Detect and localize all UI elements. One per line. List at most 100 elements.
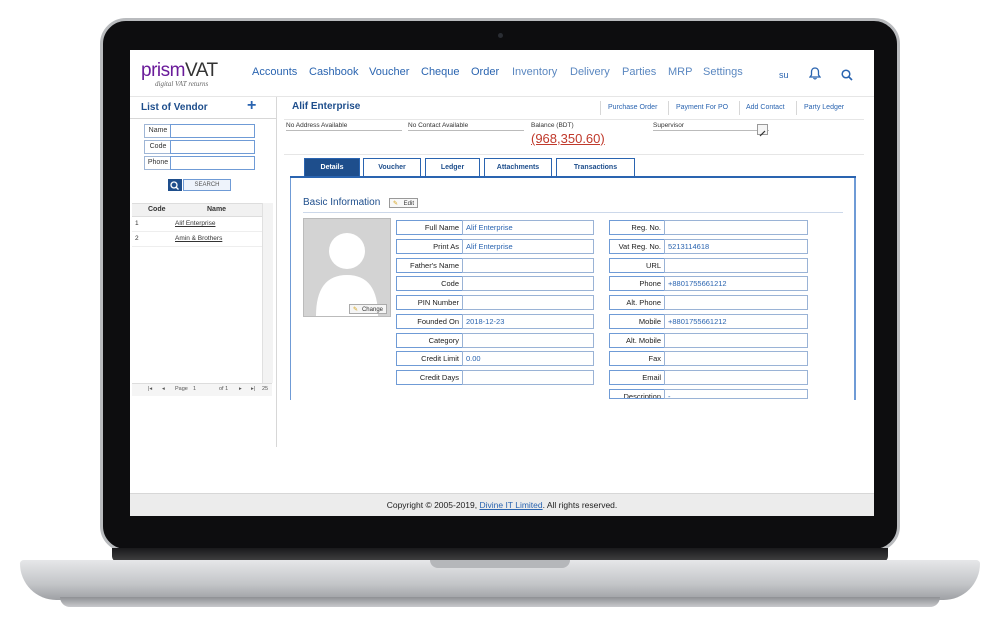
contact-underline [408, 130, 524, 131]
description-label: Description [609, 389, 665, 399]
page-total: of 1 [219, 386, 229, 392]
nav-inventory[interactable]: Inventory [512, 66, 557, 78]
category-field[interactable] [462, 333, 594, 348]
laptop-base-lip [60, 597, 940, 607]
change-photo-button[interactable]: ✎ Change [349, 304, 387, 314]
payment-for-po-link[interactable]: Payment For PO [676, 104, 728, 111]
nav-settings[interactable]: Settings [703, 66, 743, 78]
full-name-field[interactable]: Alif Enterprise [462, 220, 594, 235]
vertical-scrollbar[interactable] [262, 203, 273, 383]
mobile-field[interactable]: +8801755661212 [664, 314, 808, 329]
copyright-suffix: . All rights reserved. [542, 500, 618, 510]
column-code[interactable]: Code [148, 206, 166, 213]
alt-mobile-field[interactable] [664, 333, 808, 348]
search-icon[interactable] [841, 68, 853, 86]
bell-icon[interactable] [808, 67, 822, 85]
nav-order[interactable]: Order [471, 66, 499, 78]
nav-accounts[interactable]: Accounts [252, 66, 297, 78]
search-button-icon[interactable] [168, 179, 182, 191]
page-input[interactable]: 1 [193, 386, 196, 392]
supervisor-underline [653, 130, 769, 131]
founded-on-label: Founded On [396, 314, 463, 329]
nav-delivery[interactable]: Delivery [570, 66, 610, 78]
tab-attachments[interactable]: Attachments [484, 158, 552, 176]
phone-filter-label: Phone [144, 156, 172, 170]
url-field[interactable] [664, 258, 808, 273]
print-as-field[interactable]: Alif Enterprise [462, 239, 594, 254]
table-row[interactable]: 1 Alif Enterprise [132, 217, 262, 232]
nav-mrp[interactable]: MRP [668, 66, 692, 78]
first-page-icon[interactable]: |◂ [148, 386, 152, 392]
party-ledger-link[interactable]: Party Ledger [804, 104, 844, 111]
phone-filter-input[interactable] [170, 156, 255, 170]
code-field[interactable] [462, 276, 594, 291]
alt-phone-field[interactable] [664, 295, 808, 310]
vendor-list-panel: List of Vendor + Name Code Phone SEARCH … [130, 97, 277, 447]
vendor-link[interactable]: Amin & Brothers [175, 235, 222, 242]
nav-voucher[interactable]: Voucher [369, 66, 409, 78]
mobile-label: Mobile [609, 314, 665, 329]
column-name[interactable]: Name [207, 206, 226, 213]
pager: |◂ ◂ Page 1 of 1 ▸ ▸| 25 [132, 383, 272, 396]
nav-cashbook[interactable]: Cashbook [309, 66, 359, 78]
nav-cheque[interactable]: Cheque [421, 66, 460, 78]
code-filter-input[interactable] [170, 140, 255, 154]
edit-button[interactable]: ✎ Edit [389, 198, 418, 208]
balance-label: Balance (BDT) [531, 122, 574, 129]
logo-tagline: digital VAT returns [155, 80, 209, 88]
logo[interactable]: prismVAT [141, 60, 218, 82]
address-text: No Address Available [286, 122, 348, 129]
fathers-name-field[interactable] [462, 258, 594, 273]
vendor-list-title: List of Vendor [141, 102, 208, 113]
user-menu[interactable]: su [779, 70, 789, 80]
avatar-placeholder-icon [316, 233, 378, 316]
next-page-icon[interactable]: ▸ [239, 386, 242, 392]
last-page-icon[interactable]: ▸| [251, 386, 255, 392]
phone-field[interactable]: +8801755661212 [664, 276, 808, 291]
vat-reg-no-label: Vat Reg. No. [609, 239, 665, 254]
page-size[interactable]: 25 [262, 386, 268, 392]
add-contact-link[interactable]: Add Contact [746, 104, 785, 111]
search-button[interactable]: SEARCH [183, 179, 231, 191]
pencil-icon: ✎ [353, 307, 359, 313]
fax-field[interactable] [664, 351, 808, 366]
pencil-icon[interactable] [757, 124, 768, 137]
pin-number-field[interactable] [462, 295, 594, 310]
credit-limit-label: Credit Limit [396, 351, 463, 366]
footer: Copyright © 2005-2019, Divine IT Limited… [130, 493, 874, 516]
reg-no-field[interactable] [664, 220, 808, 235]
purchase-order-link[interactable]: Purchase Order [608, 104, 657, 111]
name-filter-input[interactable] [170, 124, 255, 138]
change-photo-label: Change [361, 307, 383, 313]
prev-page-icon[interactable]: ◂ [162, 386, 165, 392]
divider [796, 101, 797, 115]
nav-parties[interactable]: Parties [622, 66, 656, 78]
code-label: Code [396, 276, 463, 291]
tab-ledger[interactable]: Ledger [425, 158, 480, 176]
description-field[interactable]: - [664, 389, 808, 399]
divider [600, 101, 601, 115]
tab-voucher[interactable]: Voucher [363, 158, 421, 176]
email-label: Email [609, 370, 665, 385]
category-label: Category [396, 333, 463, 348]
contact-text: No Contact Available [408, 122, 469, 129]
plus-icon[interactable]: + [247, 97, 256, 115]
balance-value[interactable]: (968,350.60) [531, 131, 605, 146]
founded-on-field[interactable]: 2018-12-23 [462, 314, 594, 329]
divider [668, 101, 669, 115]
vendor-link[interactable]: Alif Enterprise [175, 220, 215, 227]
pin-number-label: PIN Number [396, 295, 463, 310]
tab-transactions[interactable]: Transactions [556, 158, 635, 176]
supervisor-label: Supervisor [653, 122, 685, 129]
credit-limit-field[interactable]: 0.00 [462, 351, 594, 366]
email-field[interactable] [664, 370, 808, 385]
divine-it-link[interactable]: Divine IT Limited [479, 500, 542, 510]
credit-days-field[interactable] [462, 370, 594, 385]
divider [739, 101, 740, 115]
tab-details[interactable]: Details [304, 158, 360, 176]
table-row[interactable]: 2 Amin & Brothers [132, 232, 262, 247]
credit-days-label: Credit Days [396, 370, 463, 385]
alt-mobile-label: Alt. Mobile [609, 333, 665, 348]
row-number: 2 [135, 235, 139, 242]
vat-reg-no-field[interactable]: 5213114618 [664, 239, 808, 254]
